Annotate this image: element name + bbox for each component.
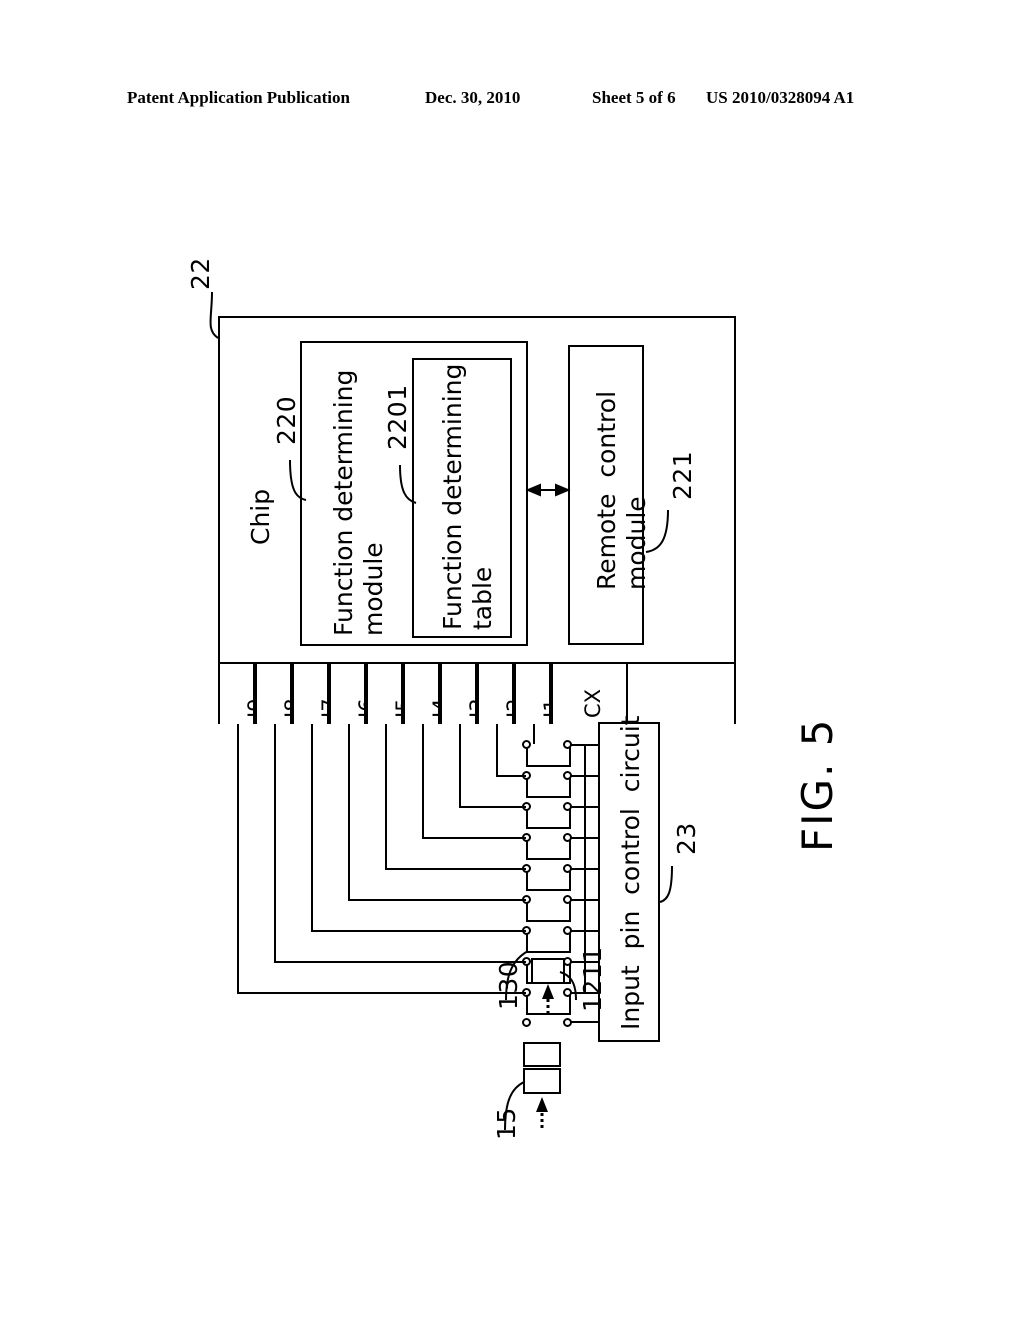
figure-caption: FIG. 5 [793,717,842,852]
function-determining-table-title: Function determining table [438,363,497,630]
switch-bus-stub-6 [570,899,600,901]
wire-i3-vertical [458,724,461,806]
wire-i4-horizontal [421,837,526,839]
header-sheet: Sheet 5 of 6 [592,88,676,107]
switch-bus-stub-5 [570,868,600,870]
input-pin-control-circuit-title: Input pin control circuit [616,715,645,1031]
remote-unit-upper-box [523,1042,561,1067]
switch-bus-stub-7 [570,930,600,932]
wire-i5-vertical [384,724,387,868]
switch-bus-stub-2 [570,775,600,777]
function-determining-table-ref: 2201 [383,384,412,450]
page-header: Patent Application Publication Dec. 30, … [0,88,1024,112]
wire-i9-horizontal [236,992,526,994]
switch-contact-left [522,740,531,749]
remote-unit-lower-box [523,1068,561,1094]
wire-i2-vertical [495,724,498,775]
wire-i6-horizontal [347,899,526,901]
leader-23 [659,865,673,903]
wire-i1-vertical [532,724,535,744]
wire-i4-vertical [421,724,424,837]
remote-control-module-ref: 221 [668,450,697,500]
remote-unit-15-arrow [536,1097,548,1128]
remote-control-module-title: Remote control module [592,390,651,590]
wire-i3-horizontal [458,806,526,808]
wire-i2-horizontal [495,775,526,777]
pin-label-cx: CX [581,688,605,718]
wire-i7-vertical [310,724,313,930]
switch-bus-stub-3 [570,806,600,808]
remote-unit-ref-label: 15 [492,1107,521,1140]
wire-i7-horizontal [310,930,526,932]
switch-bus-stub-4 [570,837,600,839]
cx-pin-wire [626,664,628,724]
leader-chip-22 [209,291,219,339]
wire-i8-horizontal [273,961,526,963]
chip-title: Chip [246,488,275,545]
actuator-ref-label: 1211 [578,946,607,1012]
header-date: Dec. 30, 2010 [425,88,521,107]
actuator-1211-box [531,958,565,984]
wire-i5-horizontal [384,868,526,870]
bottom-contact-left [522,1018,531,1027]
wire-i8-vertical [273,724,276,961]
bottom-contact-to-circuit-wire [570,1021,600,1023]
wire-i6-vertical [347,724,350,899]
header-publication: Patent Application Publication [127,88,350,107]
input-pin-control-circuit-ref: 23 [672,822,701,855]
switch-ref-label: 130 [494,960,523,1010]
function-determining-module-ref: 220 [272,395,301,445]
chip-ref-label: 22 [186,257,215,290]
function-determining-module-title: Function determining module [329,369,388,636]
wire-i9-vertical [236,724,239,992]
switch-bus-stub-1 [570,744,600,746]
header-patent-number: US 2010/0328094 A1 [706,88,855,107]
